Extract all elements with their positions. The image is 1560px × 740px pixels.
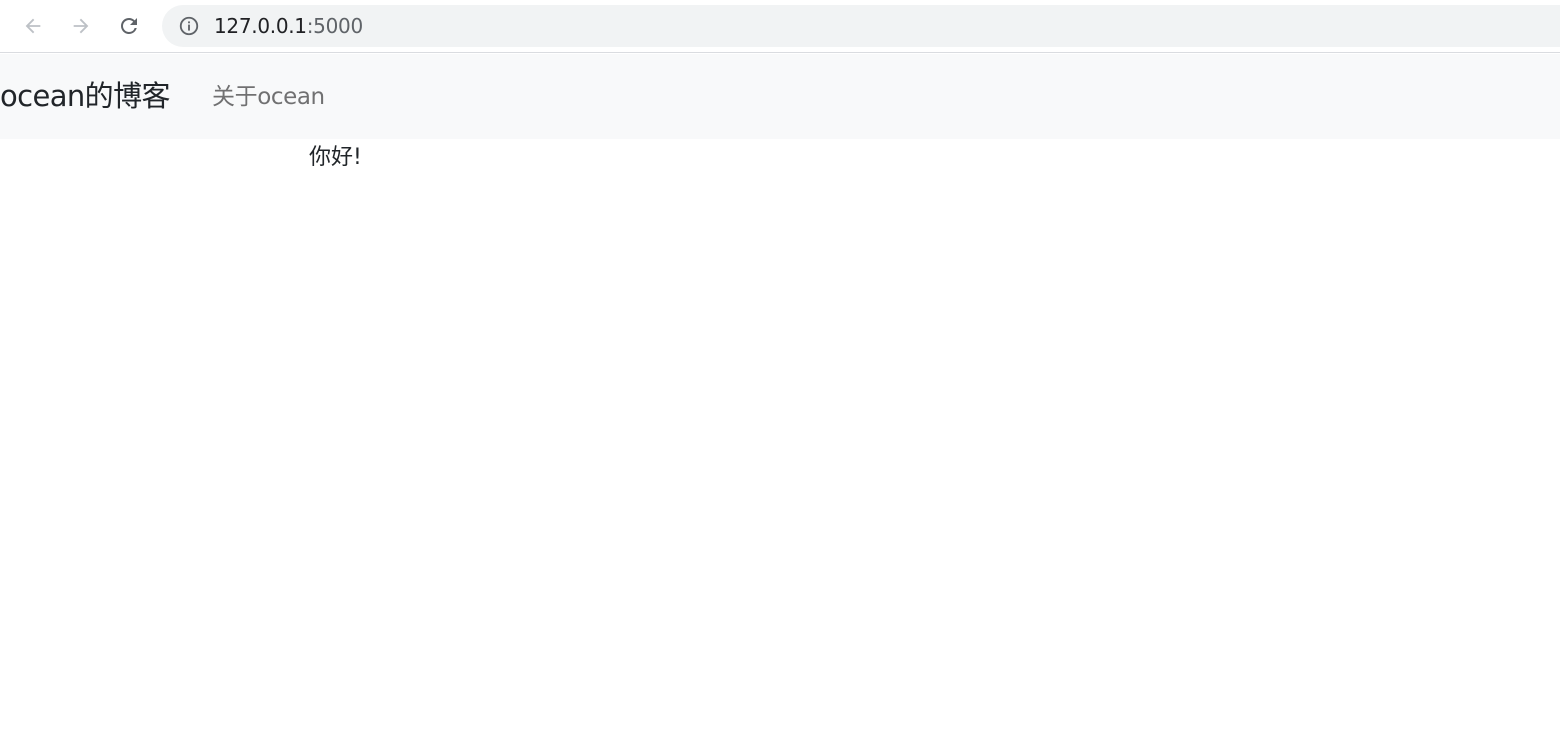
url-port: :5000 bbox=[306, 14, 363, 38]
address-bar[interactable]: 127.0.0.1:5000 bbox=[162, 5, 1560, 47]
navbar-brand[interactable]: ocean的博客 bbox=[0, 79, 170, 113]
browser-toolbar: 127.0.0.1:5000 bbox=[0, 0, 1560, 53]
url-host: 127.0.0.1 bbox=[214, 14, 307, 38]
reload-button[interactable] bbox=[114, 9, 144, 43]
greeting-text: 你好! bbox=[309, 145, 362, 170]
reload-icon bbox=[121, 18, 137, 34]
arrow-left-icon bbox=[25, 18, 41, 34]
url-text[interactable]: 127.0.0.1:5000 bbox=[214, 16, 363, 36]
site-navbar: ocean的博客 关于ocean bbox=[0, 54, 1560, 139]
forward-button[interactable] bbox=[66, 9, 96, 43]
info-circle-icon[interactable] bbox=[178, 15, 200, 37]
arrow-right-icon bbox=[73, 18, 89, 34]
back-button[interactable] bbox=[18, 9, 48, 43]
nav-link-about[interactable]: 关于ocean bbox=[212, 83, 325, 111]
